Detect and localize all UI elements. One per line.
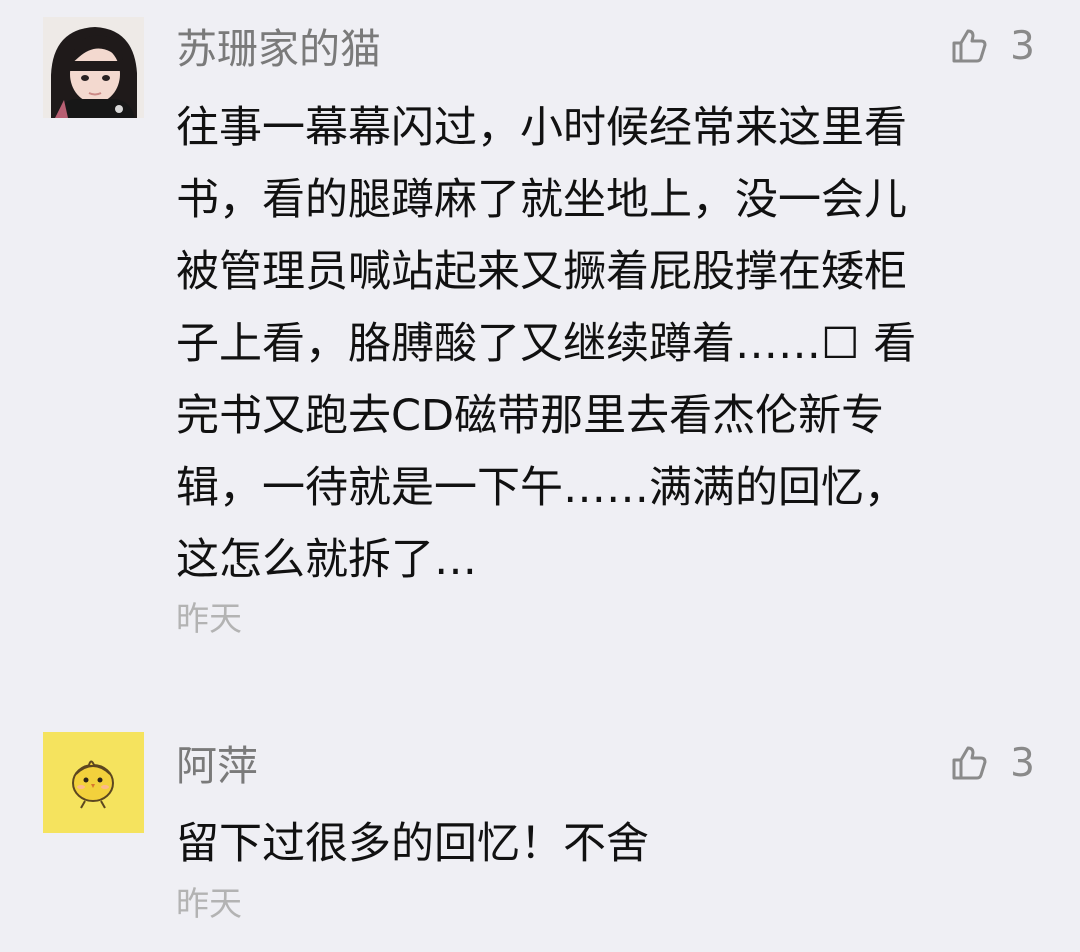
comment-time: 昨天	[176, 599, 242, 638]
yellow-chick-icon	[43, 732, 144, 833]
thumbs-up-icon	[950, 27, 988, 65]
comment-text: 留下过很多的回忆！不舍	[176, 819, 649, 869]
avatar[interactable]	[43, 17, 144, 118]
avatar[interactable]	[43, 732, 144, 833]
like-count: 3	[1010, 740, 1035, 786]
like-button[interactable]: 3	[950, 24, 1035, 68]
comment-author[interactable]: 苏珊家的猫	[176, 29, 381, 70]
comment-time: 昨天	[176, 884, 242, 923]
like-button[interactable]: 3	[950, 741, 1035, 785]
comment-text: 往事一幕幕闪过，小时候经常来这里看 书，看的腿蹲麻了就坐地上，没一会儿 被管理员…	[176, 103, 917, 585]
like-count: 3	[1010, 23, 1035, 69]
girl-portrait-icon	[43, 17, 144, 118]
comment-author[interactable]: 阿萍	[176, 746, 258, 787]
thumbs-up-icon	[950, 744, 988, 782]
